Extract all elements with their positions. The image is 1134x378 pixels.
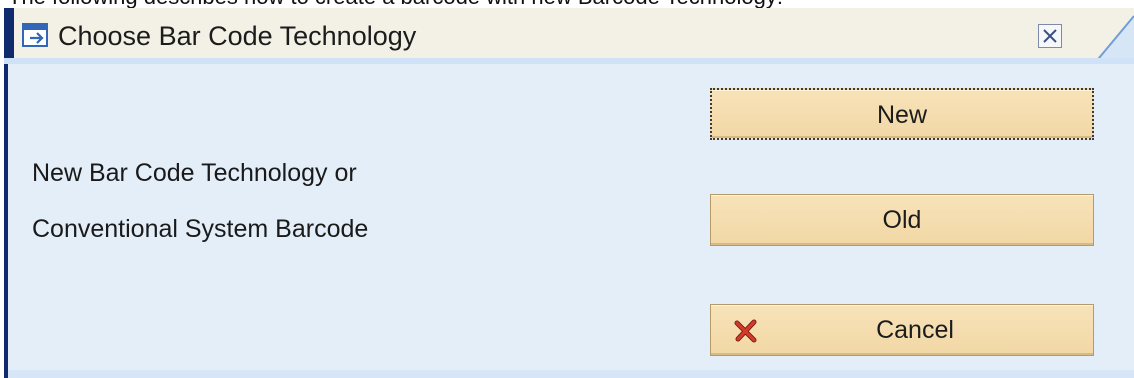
new-button[interactable]: New	[710, 88, 1094, 140]
old-button-label: Old	[882, 206, 922, 234]
old-button[interactable]: Old	[710, 194, 1094, 246]
choose-barcode-technology-dialog: Choose Bar Code Technology New Bar Code …	[4, 8, 1134, 378]
dialog-message-line-2: Conventional System Barcode	[32, 215, 369, 243]
cancel-button[interactable]: Cancel	[710, 304, 1094, 356]
dialog-window-icon	[22, 23, 48, 47]
dialog-titlebar: Choose Bar Code Technology	[4, 8, 1134, 64]
new-button-label: New	[876, 101, 927, 129]
close-icon	[1043, 29, 1057, 43]
screenshot-page: The following describes how to create a …	[0, 0, 1134, 378]
dialog-title: Choose Bar Code Technology	[58, 21, 417, 51]
cancel-button-label: Cancel	[876, 316, 954, 344]
titlebar-accent	[4, 8, 14, 64]
dialog-message-line-1: New Bar Code Technology or	[32, 159, 357, 187]
titlebar-corner-decoration	[1093, 15, 1134, 64]
dialog-bottom-band	[8, 370, 1134, 378]
close-button[interactable]	[1038, 24, 1062, 48]
page-caption: The following describes how to create a …	[8, 0, 783, 8]
dialog-body: New Bar Code Technology or Conventional …	[4, 64, 1134, 378]
